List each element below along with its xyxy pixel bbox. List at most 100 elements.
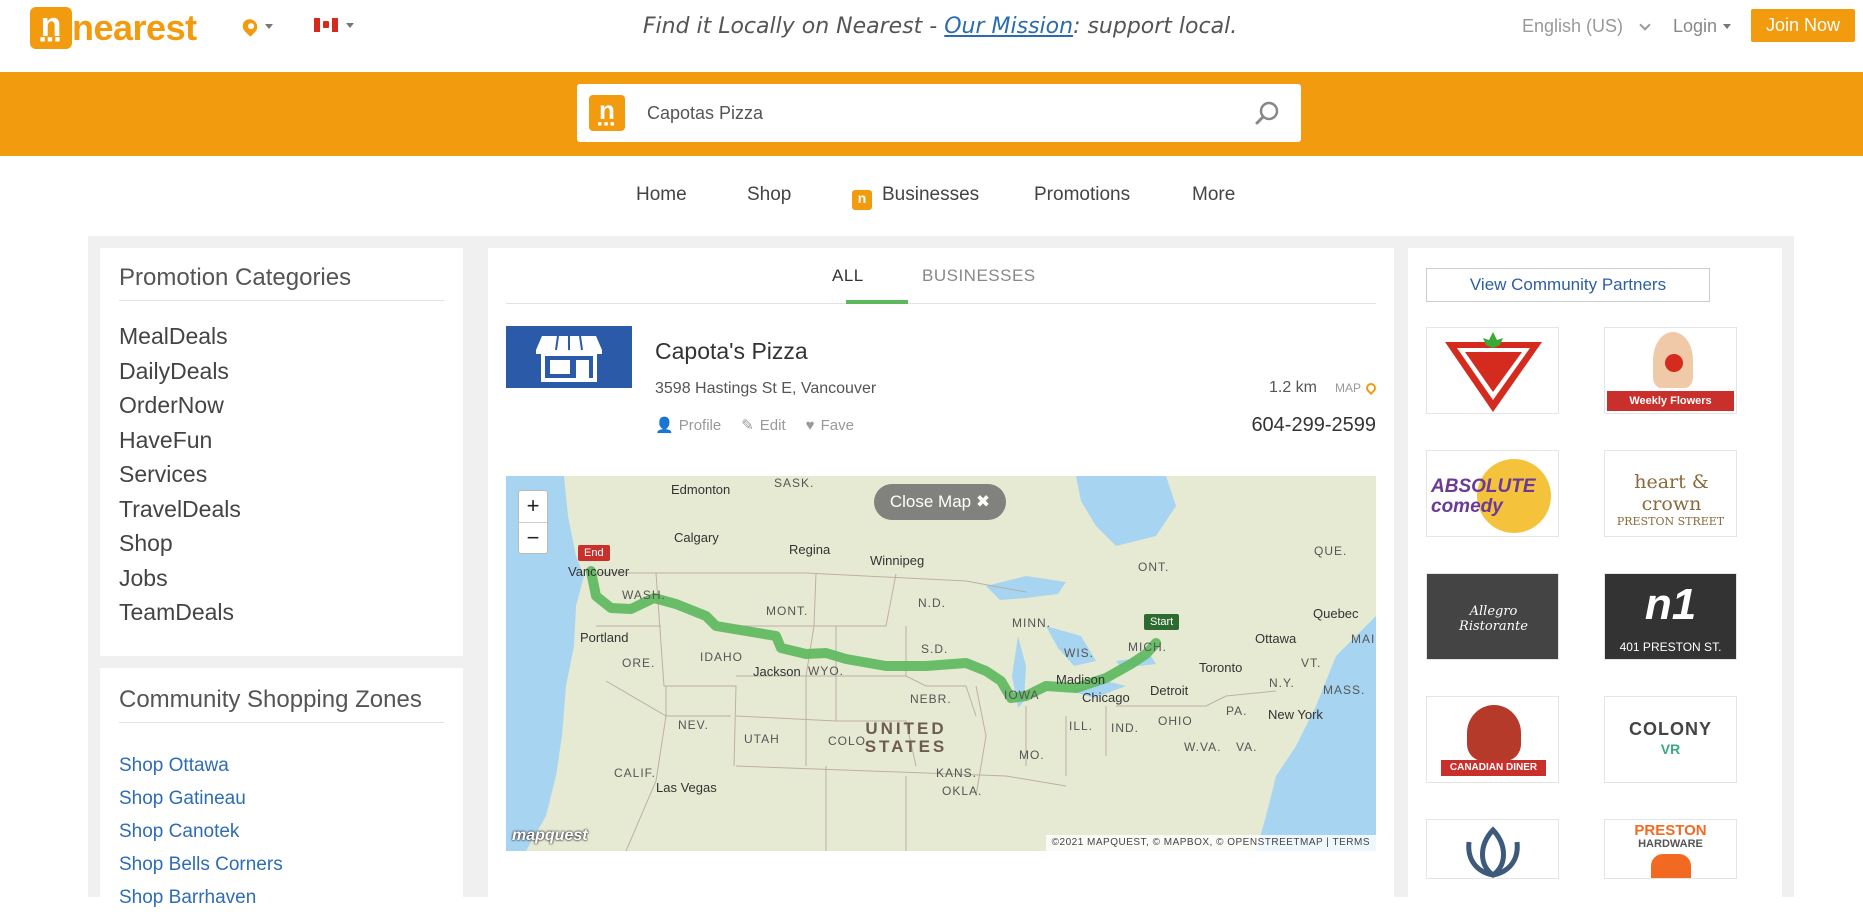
pencil-icon: ✎ [741, 417, 754, 434]
map-label: Calgary [674, 530, 719, 545]
map-label: W.VA. [1184, 740, 1222, 754]
category-item[interactable]: OrderNow [119, 388, 444, 423]
tagline: Find it Locally on Nearest - Our Mission… [560, 14, 1320, 39]
partner-logo-lotus[interactable] [1426, 819, 1559, 879]
map-label: Toronto [1199, 660, 1243, 675]
heart-and-crown-label: heart & crown [1634, 471, 1709, 515]
nav-shop[interactable]: Shop [747, 184, 791, 206]
zone-link[interactable]: Shop Canotek [119, 815, 444, 848]
tab-businesses[interactable]: BUSINESSES [922, 266, 1036, 286]
tab-all[interactable]: ALL [832, 266, 864, 286]
map-label: Las Vegas [656, 780, 717, 795]
map-label: Edmonton [671, 482, 731, 497]
brand-text: nearest [72, 7, 197, 48]
zoom-control: + − [518, 490, 548, 554]
category-item[interactable]: DailyDeals [119, 354, 444, 389]
business-phone[interactable]: 604-299-2599 [1251, 414, 1376, 437]
zone-link[interactable]: Shop Bells Corners [119, 848, 444, 881]
zoom-in-button[interactable]: + [519, 491, 547, 522]
partner-logo-canadian-tire[interactable] [1426, 327, 1559, 414]
map-label: N.Y. [1269, 676, 1295, 690]
lumberjack-icon [1467, 705, 1521, 761]
route-start-marker[interactable]: Start [1144, 614, 1180, 630]
partner-logo-colony-vr[interactable]: COLONY VR [1604, 696, 1737, 783]
map-pin-icon[interactable] [1363, 380, 1379, 396]
distance-value: 1.2 km [1268, 379, 1317, 396]
language-select[interactable]: English (US) [1522, 16, 1651, 37]
nav-more[interactable]: More [1192, 184, 1235, 206]
business-thumbnail[interactable] [506, 326, 632, 388]
partner-logo-canadian-diner[interactable]: CANADIAN DINER [1426, 696, 1559, 783]
category-item[interactable]: MealDeals [119, 319, 444, 354]
shopping-zones-title: Community Shopping Zones [119, 686, 444, 723]
map-label: PA. [1226, 704, 1248, 718]
map-label: QUE. [1314, 544, 1348, 558]
n1-label: n1 [1644, 580, 1697, 629]
partner-logo-absolute-comedy[interactable]: ABSOLUTE comedy [1426, 450, 1559, 537]
user-add-icon: 👤 [655, 417, 674, 434]
map-label: New York [1268, 707, 1323, 722]
route-map[interactable]: Edmonton SASK. Calgary Regina Winnipeg V… [506, 476, 1376, 851]
profile-link[interactable]: 👤 Profile [655, 416, 721, 435]
map-link[interactable]: MAP [1335, 381, 1361, 395]
nav-home[interactable]: Home [636, 184, 687, 206]
map-label: Detroit [1150, 683, 1189, 698]
map-label: UTAH [744, 732, 780, 746]
map-label: Ottawa [1255, 631, 1297, 646]
view-community-partners-button[interactable]: View Community Partners [1426, 268, 1710, 302]
category-item[interactable]: Jobs [119, 561, 444, 596]
zoom-out-button[interactable]: − [519, 522, 547, 553]
partner-logo-preston-hardware[interactable]: PRESTON HARDWARE [1604, 819, 1737, 879]
map-label: Madison [1056, 672, 1106, 687]
search-box: n ■■■ [577, 84, 1301, 142]
location-dropdown[interactable] [239, 14, 273, 38]
business-name[interactable]: Capota's Pizza [655, 338, 808, 365]
category-item[interactable]: TravelDeals [119, 492, 444, 527]
zone-link[interactable]: Shop Barrhaven [119, 881, 444, 914]
nav-promotions[interactable]: Promotions [1034, 184, 1130, 206]
close-map-button[interactable]: Close Map ✖ [874, 484, 1006, 520]
zone-list: Shop Ottawa Shop Gatineau Shop Canotek S… [119, 749, 444, 914]
vr-label: VR [1660, 741, 1681, 757]
zone-link[interactable]: Shop Gatineau [119, 782, 444, 815]
category-item[interactable]: Shop [119, 526, 444, 561]
map-label: NEV. [678, 718, 709, 732]
heart-icon: ♥ [805, 416, 815, 434]
map-pin-icon [239, 15, 261, 37]
tagline-text-end: : support local. [1073, 14, 1238, 39]
map-label: MAIN [1351, 632, 1376, 646]
map-attribution[interactable]: ©2021 MAPQUEST, © MAPBOX, © OPENSTREETMA… [1045, 835, 1376, 851]
partner-logo-n1[interactable]: n1 401 PRESTON ST. [1604, 573, 1737, 660]
map-label: CALIF. [614, 766, 657, 780]
map-label: Chicago [1082, 690, 1130, 705]
category-item[interactable]: TeamDeals [119, 595, 444, 630]
partner-logo-heart-and-crown[interactable]: heart & crown PRESTON STREET [1604, 450, 1737, 537]
our-mission-link[interactable]: Our Mission [944, 14, 1073, 39]
login-dropdown[interactable]: Login [1673, 16, 1732, 37]
weekly-flowers-label: Weekly Flowers [1607, 391, 1734, 411]
map-label: MINN. [1012, 616, 1051, 630]
caret-down-icon [346, 22, 354, 28]
category-list: MealDeals DailyDeals OrderNow HaveFun Se… [119, 319, 444, 630]
search-icon[interactable] [1255, 100, 1281, 126]
zone-link[interactable]: Shop Ottawa [119, 749, 444, 782]
nav-businesses[interactable]: n Businesses [852, 184, 979, 210]
partner-logo-allegro[interactable]: Allegro Ristorante [1426, 573, 1559, 660]
category-item[interactable]: HaveFun [119, 423, 444, 458]
map-label: S.D. [921, 642, 949, 656]
country-dropdown[interactable] [314, 18, 354, 32]
join-now-button[interactable]: Join Now [1751, 9, 1855, 42]
edit-link[interactable]: ✎ Edit [741, 416, 785, 435]
route-end-marker[interactable]: End [578, 545, 610, 561]
partner-logo-weekly-flowers[interactable]: Weekly Flowers [1604, 327, 1737, 414]
search-input[interactable] [647, 98, 1207, 128]
map-label: IDAHO [700, 650, 744, 664]
canada-flag-icon [314, 18, 338, 32]
fave-link[interactable]: ♥ Fave [806, 416, 854, 434]
nearest-logo[interactable]: n ■■■ nearest [30, 6, 197, 50]
businesses-logo-icon: n [852, 190, 872, 210]
results-tabs: ALL BUSINESSES [506, 248, 1376, 304]
caret-down-icon [1723, 24, 1732, 29]
community-partners-panel: View Community Partners Weekly Flowers A… [1408, 248, 1782, 908]
category-item[interactable]: Services [119, 457, 444, 492]
